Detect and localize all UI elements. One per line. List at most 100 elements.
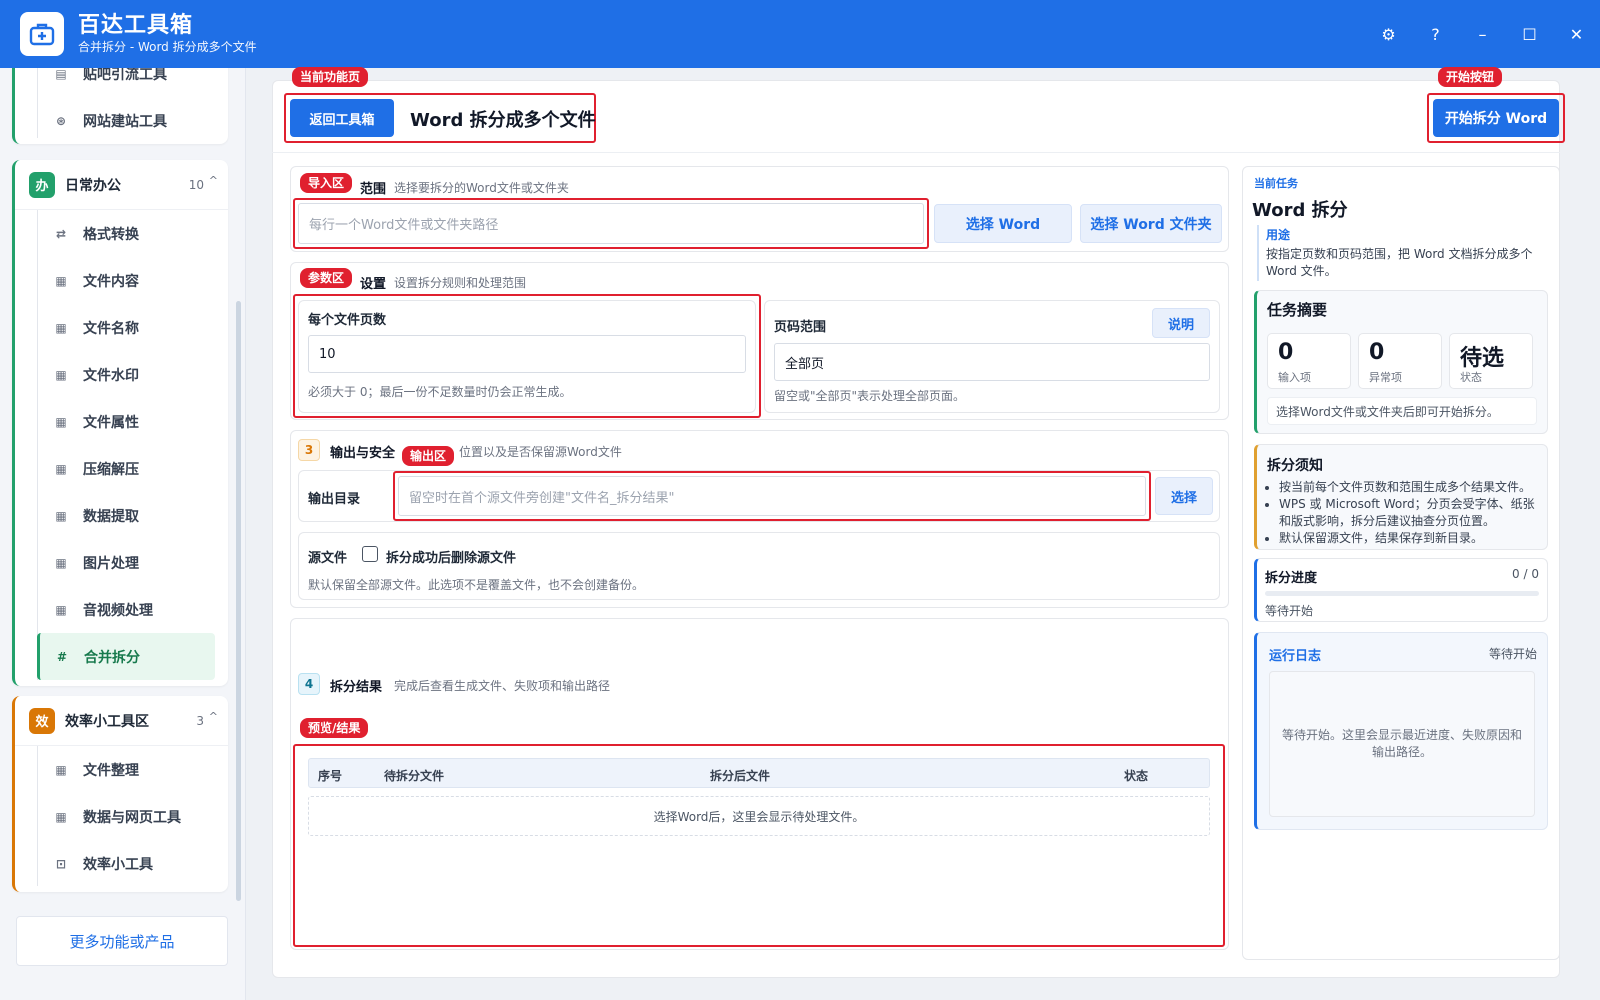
progress-status: 等待开始 — [1265, 604, 1314, 618]
start-split-button[interactable]: 开始拆分 Word — [1433, 99, 1559, 137]
params-section-title: 设置 — [360, 277, 387, 292]
help-icon[interactable]: ? — [1412, 0, 1459, 68]
grid-icon: ▦ — [55, 461, 67, 476]
sidebar-group-office: 办 日常办公 10 ^ ⇄ 格式转换 ▦ 文件内容 ▦ 文件名称 ▦ 文件水印 ▦ 文件属… — [12, 160, 228, 686]
sidebar-group-prev: ▤ 贴吧引流工具 ⊛ 网站建站工具 — [12, 68, 228, 144]
log-empty-state: 等待开始。这里会显示最近进度、失败原因和输出路径。 — [1269, 671, 1535, 817]
log-status: 等待开始 — [1488, 647, 1537, 661]
import-section-desc: 选择要拆分的Word文件或文件夹 — [394, 181, 569, 195]
section-number-3: 3 — [298, 439, 320, 461]
delete-source-checkbox[interactable] — [362, 546, 378, 562]
sidebar-item-zip[interactable]: ▦ 压缩解压 — [15, 445, 228, 492]
annotation-current-page: 当前功能页 — [292, 67, 369, 87]
sidebar-item-merge-split[interactable]: # 合并拆分 — [37, 633, 215, 680]
sidebar-item-props[interactable]: ▦ 文件属性 — [15, 398, 228, 445]
source-file-label: 源文件 — [308, 551, 348, 566]
range-help-button[interactable]: 说明 — [1152, 308, 1210, 338]
pages-per-file-label: 每个文件页数 — [308, 313, 387, 328]
delete-source-checkbox-label[interactable]: 拆分成功后删除源文件 — [386, 547, 516, 566]
title-bar: 百达工具箱 合并拆分 - Word 拆分成多个文件 ⚙ ? – ☐ ✕ — [0, 0, 1600, 68]
chevron-up-icon[interactable]: ^ — [209, 174, 218, 187]
section-number-4: 4 — [298, 673, 320, 695]
annotation-import: 导入区 — [300, 173, 353, 193]
stat-input-count: 0 输入项 — [1267, 333, 1351, 389]
app-title: 百达工具箱 — [78, 13, 194, 38]
note-item: 默认保留源文件，结果保存到新目录。 — [1279, 530, 1537, 547]
output-dir-input[interactable]: 留空时在首个源文件旁创建"文件名_拆分结果" — [398, 476, 1146, 516]
import-section-title: 范围 — [360, 182, 387, 197]
box-icon: ⊡ — [55, 856, 67, 871]
source-file-hint: 默认保留全部源文件。此选项不是覆盖文件，也不会创建备份。 — [308, 578, 645, 592]
sidebar-item-content[interactable]: ▦ 文件内容 — [15, 257, 228, 304]
close-icon[interactable]: ✕ — [1553, 0, 1600, 68]
notes-title: 拆分须知 — [1267, 458, 1323, 474]
hash-icon: # — [56, 649, 68, 664]
header-divider — [272, 152, 1560, 153]
path-textarea[interactable]: 每行一个Word文件或文件夹路径 — [298, 203, 924, 244]
sidebar-item-extract[interactable]: ▦ 数据提取 — [15, 492, 228, 539]
grid-icon: ▦ — [55, 320, 67, 335]
sidebar-item-format[interactable]: ⇄ 格式转换 — [15, 210, 228, 257]
sidebar-item-name[interactable]: ▦ 文件名称 — [15, 304, 228, 351]
progress-bar — [1265, 591, 1539, 596]
result-section-title: 拆分结果 — [330, 680, 383, 695]
grid-icon: ▦ — [55, 367, 67, 382]
current-task-tag: 当前任务 — [1254, 177, 1298, 190]
chevron-up-icon[interactable]: ^ — [209, 710, 218, 723]
col-status: 状态 — [1124, 769, 1149, 783]
select-output-dir-button[interactable]: 选择 — [1155, 477, 1213, 515]
task-name: Word 拆分 — [1252, 200, 1348, 221]
select-word-button[interactable]: 选择 Word — [934, 204, 1072, 243]
group-header-office[interactable]: 办 日常办公 10 ^ — [15, 160, 228, 210]
grid-icon: ▦ — [55, 273, 67, 288]
sidebar: ▤ 贴吧引流工具 ⊛ 网站建站工具 办 日常办公 10 ^ ⇄ 格式转换 ▦ 文件内… — [0, 68, 246, 1000]
grid-icon: ▦ — [55, 555, 67, 570]
params-section-desc: 设置拆分规则和处理范围 — [394, 276, 527, 290]
result-empty-state: 选择Word后，这里会显示待处理文件。 — [308, 796, 1210, 836]
note-item: WPS 或 Microsoft Word；分页会受字体、纸张和版式影响，拆分后建… — [1279, 496, 1537, 530]
pages-per-file-input[interactable]: 10 — [308, 335, 746, 373]
sidebar-item-media[interactable]: ▦ 音视频处理 — [15, 586, 228, 633]
select-word-folder-button[interactable]: 选择 Word 文件夹 — [1080, 204, 1222, 243]
group-header-efficiency[interactable]: 效 效率小工具区 3 ^ — [15, 696, 228, 746]
toolbox-icon — [20, 12, 64, 56]
annotation-output: 输出区 — [402, 446, 455, 466]
summary-hint: 选择Word文件或文件夹后即可开始拆分。 — [1267, 397, 1537, 425]
sidebar-item-website[interactable]: ⊛ 网站建站工具 — [15, 97, 228, 144]
sidebar-item-efficiency-tools[interactable]: ⊡ 效率小工具 — [15, 840, 228, 887]
usage-label: 用途 — [1266, 228, 1291, 242]
group-badge: 效 — [29, 707, 55, 734]
result-section-desc: 完成后查看生成文件、失败项和输出路径 — [394, 679, 611, 693]
sidebar-group-efficiency: 效 效率小工具区 3 ^ ▦ 文件整理 ▦ 数据与网页工具 ⊡ 效率小工具 — [12, 696, 228, 892]
usage-text: 按指定页数和页码范围，把 Word 文档拆分成多个 Word 文件。 — [1266, 247, 1533, 278]
sidebar-item-image[interactable]: ▦ 图片处理 — [15, 539, 228, 586]
col-index: 序号 — [318, 769, 343, 783]
grid-icon: ▦ — [55, 414, 67, 429]
sidebar-item-watermark[interactable]: ▦ 文件水印 — [15, 351, 228, 398]
sidebar-item-data-web[interactable]: ▦ 数据与网页工具 — [15, 793, 228, 840]
output-section-desc: 位置以及是否保留源Word文件 — [459, 445, 622, 459]
back-to-toolbox-button[interactable]: 返回工具箱 — [290, 99, 394, 137]
maximize-icon[interactable]: ☐ — [1506, 0, 1553, 68]
progress-count: 0 / 0 — [1512, 567, 1539, 581]
stat-status: 待选 状态 — [1449, 333, 1533, 389]
col-output-file: 拆分后文件 — [710, 769, 771, 783]
annotation-preview: 预览/结果 — [300, 718, 369, 738]
more-products-button[interactable]: 更多功能或产品 — [16, 916, 228, 966]
swap-icon: ⇄ — [55, 226, 67, 241]
minimize-icon[interactable]: – — [1459, 0, 1506, 68]
stat-error-count: 0 异常项 — [1358, 333, 1442, 389]
sidebar-item-tieba[interactable]: ▤ 贴吧引流工具 — [15, 68, 228, 97]
settings-icon[interactable]: ⚙ — [1365, 0, 1412, 68]
page-title: Word 拆分成多个文件 — [410, 110, 596, 131]
sidebar-scrollbar[interactable] — [236, 301, 241, 901]
annotation-start-button: 开始按钮 — [1438, 67, 1503, 87]
pages-per-file-hint: 必须大于 0；最后一份不足数量时仍会正常生成。 — [308, 385, 572, 399]
grid-icon: ▦ — [55, 508, 67, 523]
grid-icon: ▦ — [55, 762, 67, 777]
sidebar-item-organize[interactable]: ▦ 文件整理 — [15, 746, 228, 793]
task-summary-card: 任务摘要 0 输入项 0 异常项 待选 状态 选择Word文件或文件夹后即可开始… — [1254, 290, 1548, 434]
globe-icon: ⊛ — [55, 113, 67, 128]
page-range-input[interactable]: 全部页 — [774, 343, 1210, 381]
progress-card: 拆分进度 0 / 0 等待开始 — [1254, 558, 1548, 622]
